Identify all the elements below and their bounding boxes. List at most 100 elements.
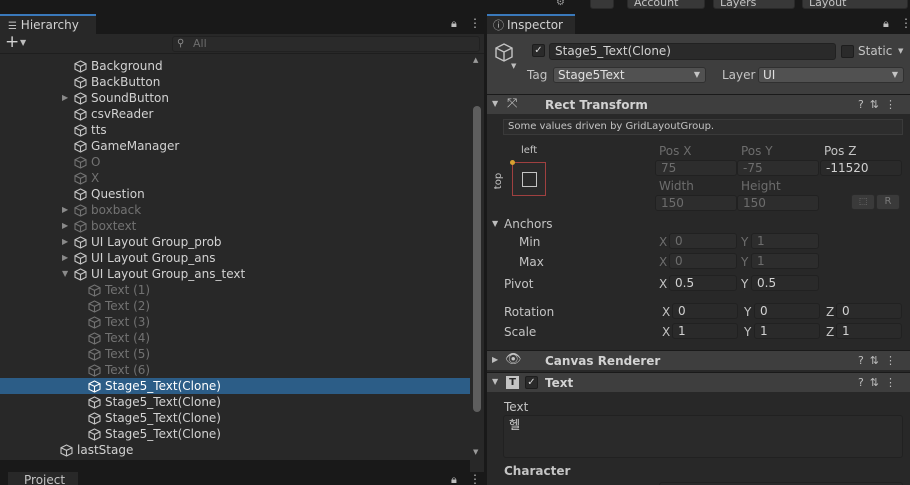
pos-z-value: -11520 bbox=[826, 161, 869, 175]
scroll-down-icon[interactable]: ▼ bbox=[473, 448, 478, 456]
component-header-icons[interactable]: ?⇅⋮ bbox=[858, 354, 902, 367]
expand-arrow-right-icon[interactable]: ▶ bbox=[62, 234, 68, 250]
hierarchy-item[interactable]: Stage5_Text(Clone) bbox=[0, 410, 470, 426]
component-header-icons[interactable]: ?⇅⋮ bbox=[858, 376, 902, 389]
layers-label: Layers bbox=[720, 0, 757, 9]
hierarchy-search-input[interactable]: ⚲ All bbox=[172, 36, 480, 52]
hierarchy-item[interactable]: BackButton bbox=[0, 74, 470, 90]
rot-y-field[interactable]: 0 bbox=[754, 303, 820, 319]
anchor-dot-icon bbox=[510, 160, 515, 165]
more-menu-icon[interactable]: ⋮ bbox=[469, 16, 481, 30]
static-checkbox[interactable] bbox=[841, 45, 854, 58]
component-header-icons[interactable]: ?⇅⋮ bbox=[858, 98, 902, 111]
expand-arrow-right-icon[interactable]: ▶ bbox=[62, 202, 68, 218]
hierarchy-item[interactable]: ▶ UI Layout Group_prob bbox=[0, 234, 470, 250]
collab-button[interactable] bbox=[590, 0, 614, 9]
lock-icon[interactable]: 🔒︎ bbox=[451, 17, 457, 31]
cloud-icon[interactable]: ⚙ bbox=[556, 0, 565, 8]
tab-hierarchy[interactable]: ☰ Hierarchy bbox=[0, 14, 96, 34]
hierarchy-item[interactable]: Text (2) bbox=[0, 298, 470, 314]
anchor-preset-button[interactable] bbox=[510, 160, 546, 196]
pivot-y-field[interactable]: 0.5 bbox=[751, 275, 819, 291]
rot-y-label: Y bbox=[744, 305, 752, 319]
blueprint-mode-button[interactable]: ⬚ bbox=[851, 194, 875, 210]
more-menu-icon[interactable]: ⋮ bbox=[900, 16, 910, 30]
chevron-down-icon: ▼ bbox=[891, 70, 898, 79]
hierarchy-item[interactable]: Question bbox=[0, 186, 470, 202]
expand-arrow-right-icon[interactable]: ▶ bbox=[62, 90, 68, 106]
more-menu-icon[interactable]: ⋮ bbox=[469, 472, 481, 485]
hierarchy-item[interactable]: X bbox=[0, 170, 470, 186]
hierarchy-item[interactable]: Text (1) bbox=[0, 282, 470, 298]
rect-transform-header[interactable]: ▼ ⤧ Rect Transform ?⇅⋮ bbox=[487, 94, 910, 114]
tab-project[interactable]: Project bbox=[8, 472, 78, 485]
max-y-field: 1 bbox=[751, 253, 819, 269]
hierarchy-item[interactable]: Text (6) bbox=[0, 362, 470, 378]
text-value-area[interactable]: 헬 bbox=[503, 415, 903, 458]
foldout-arrow-icon[interactable]: ▶ bbox=[492, 355, 498, 364]
hierarchy-item[interactable]: ▶ SoundButton bbox=[0, 90, 470, 106]
list-icon: ☰ bbox=[8, 21, 17, 32]
hierarchy-tabbar: ☰ Hierarchy 🔒︎ ⋮ bbox=[0, 14, 484, 34]
pos-z-field[interactable]: -11520 bbox=[820, 160, 902, 176]
gameobject-cube-icon bbox=[88, 300, 101, 313]
canvas-renderer-header[interactable]: ▶ 👁︎ Canvas Renderer ?⇅⋮ bbox=[487, 350, 910, 370]
text-value: 헬 bbox=[509, 418, 521, 432]
object-name-field[interactable]: Stage5_Text(Clone) bbox=[549, 43, 836, 60]
expand-arrow-right-icon[interactable]: ▶ bbox=[62, 218, 68, 234]
hierarchy-item[interactable]: ▶ boxtext bbox=[0, 218, 470, 234]
hierarchy-item-label: lastStage bbox=[77, 443, 134, 457]
scale-z-field[interactable]: 1 bbox=[836, 323, 902, 339]
lock-icon[interactable]: 🔒︎ bbox=[451, 473, 457, 485]
chevron-down-icon[interactable]: ▼ bbox=[511, 62, 516, 70]
hierarchy-item[interactable]: Text (5) bbox=[0, 346, 470, 362]
hierarchy-item[interactable]: Text (4) bbox=[0, 330, 470, 346]
expand-arrow-right-icon[interactable]: ▶ bbox=[62, 250, 68, 266]
hierarchy-hscrollbar[interactable] bbox=[0, 460, 470, 472]
expand-arrow-down-icon[interactable]: ▼ bbox=[62, 266, 68, 282]
layer-dropdown[interactable]: UI ▼ bbox=[758, 67, 904, 83]
hierarchy-item[interactable]: Stage5_Text(Clone) bbox=[0, 426, 470, 442]
active-checkbox[interactable]: ✓ bbox=[532, 44, 545, 57]
scale-x-field[interactable]: 1 bbox=[672, 323, 738, 339]
raw-edit-button[interactable]: R bbox=[876, 194, 900, 210]
anchors-label[interactable]: Anchors bbox=[504, 217, 553, 231]
foldout-arrow-icon[interactable]: ▼ bbox=[492, 99, 498, 108]
hierarchy-item[interactable]: GameManager bbox=[0, 138, 470, 154]
hierarchy-item[interactable]: ▶ UI Layout Group_ans bbox=[0, 250, 470, 266]
hierarchy-item[interactable]: Stage5_Text(Clone) bbox=[0, 378, 470, 394]
hierarchy-item[interactable]: Text (3) bbox=[0, 314, 470, 330]
hierarchy-scrollbar[interactable]: ▲ ▼ bbox=[470, 54, 484, 460]
hierarchy-item-label: Background bbox=[91, 59, 163, 73]
pivot-label: Pivot bbox=[504, 277, 534, 291]
chevron-down-icon[interactable]: ▼ bbox=[20, 38, 26, 47]
foldout-arrow-icon[interactable]: ▼ bbox=[492, 377, 498, 386]
text-enabled-checkbox[interactable]: ✓ bbox=[525, 376, 538, 389]
hierarchy-item[interactable]: tts bbox=[0, 122, 470, 138]
tag-dropdown[interactable]: Stage5Text ▼ bbox=[553, 67, 706, 83]
chevron-down-icon[interactable]: ▼ bbox=[898, 47, 903, 55]
layout-dropdown[interactable]: Layout bbox=[802, 0, 908, 9]
hierarchy-item[interactable]: ▶ boxback bbox=[0, 202, 470, 218]
scrollbar-thumb[interactable] bbox=[473, 106, 481, 412]
scale-y-field[interactable]: 1 bbox=[754, 323, 820, 339]
hierarchy-item[interactable]: lastStage bbox=[0, 442, 470, 458]
tab-inspector[interactable]: ⓘ Inspector bbox=[487, 14, 575, 34]
pivot-x-field[interactable]: 0.5 bbox=[669, 275, 737, 291]
lock-icon[interactable]: 🔒︎ bbox=[883, 17, 889, 31]
hierarchy-item[interactable]: csvReader bbox=[0, 106, 470, 122]
hierarchy-item[interactable]: Stage5_Text(Clone) bbox=[0, 394, 470, 410]
scroll-up-icon[interactable]: ▲ bbox=[473, 56, 478, 64]
hierarchy-item[interactable]: O bbox=[0, 154, 470, 170]
rot-x-field[interactable]: 0 bbox=[672, 303, 738, 319]
anchors-foldout-icon[interactable]: ▼ bbox=[492, 219, 498, 228]
hierarchy-item[interactable]: ▼ UI Layout Group_ans_text bbox=[0, 266, 470, 282]
gameobject-cube-icon bbox=[74, 268, 87, 281]
add-icon[interactable]: + bbox=[5, 33, 19, 51]
rot-z-field[interactable]: 0 bbox=[836, 303, 902, 319]
layers-dropdown[interactable]: Layers bbox=[713, 0, 795, 9]
text-component-header[interactable]: ▼ T ✓ Text ?⇅⋮ bbox=[487, 372, 910, 392]
account-dropdown[interactable]: Account bbox=[627, 0, 705, 9]
hierarchy-item[interactable]: Background bbox=[0, 58, 470, 74]
hierarchy-item-partial[interactable] bbox=[0, 54, 470, 58]
